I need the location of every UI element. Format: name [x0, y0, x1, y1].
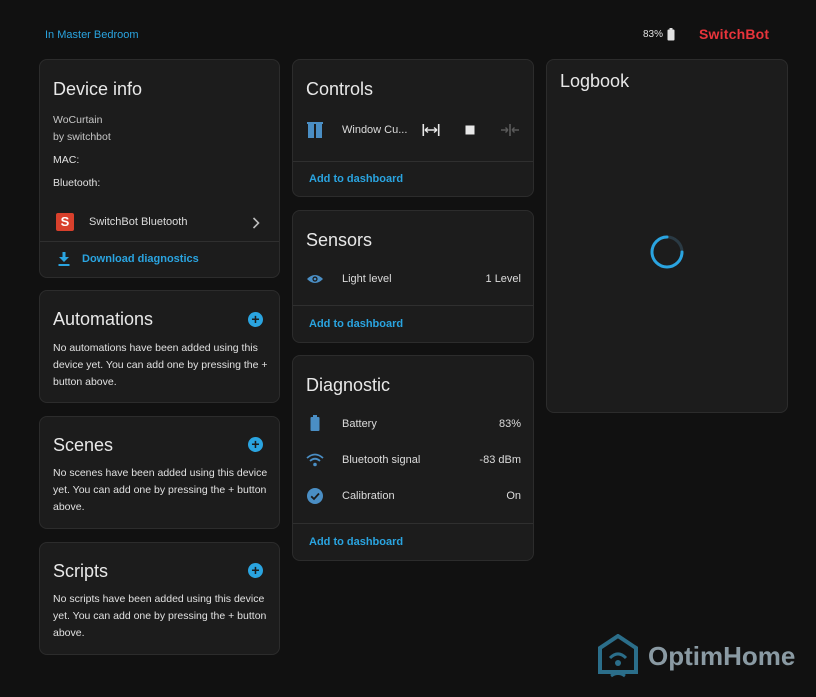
diagnostic-value: On [506, 490, 521, 502]
diagnostic-label: Bluetooth signal [342, 454, 421, 466]
automations-title: Automations [53, 309, 154, 329]
watermark: OptimHome [598, 634, 795, 678]
diagnostic-title: Diagnostic [306, 375, 391, 395]
battery-percent: 83% [643, 29, 664, 40]
stop-icon[interactable] [465, 125, 475, 135]
diagnostic-add-to-dashboard[interactable]: Add to dashboard [309, 536, 403, 548]
device-manufacturer: by switchbot [53, 131, 111, 143]
integration-name: SwitchBot Bluetooth [89, 216, 188, 228]
check-circle-icon [307, 488, 323, 504]
scenes-card: Scenes + No scenes have been added using… [39, 416, 280, 529]
sensors-card: Sensors Light level 1 Level Add to dashb… [292, 210, 534, 343]
controls-add-to-dashboard[interactable]: Add to dashboard [309, 173, 403, 185]
open-curtain-icon[interactable] [422, 124, 440, 136]
loading-spinner-icon [650, 235, 684, 269]
add-scene-button[interactable]: + [248, 437, 263, 452]
automations-empty-text: No automations have been added using thi… [53, 342, 268, 388]
house-logo-icon [598, 634, 638, 678]
download-icon [58, 252, 70, 266]
add-automation-button[interactable]: + [248, 312, 263, 327]
chevron-right-icon [252, 217, 260, 229]
divider [293, 161, 533, 162]
diagnostic-label: Calibration [342, 490, 395, 502]
download-diagnostics-button[interactable]: Download diagnostics [40, 242, 279, 277]
diagnostic-label: Battery [342, 418, 377, 430]
top-bar: In Master Bedroom 83% SwitchBot [0, 0, 816, 56]
controls-card: Controls Window Cu... Add to dashboard [292, 59, 534, 197]
calibration-row[interactable]: Calibration On [293, 484, 533, 508]
logbook-card: Logbook [546, 59, 788, 413]
diagnostic-value: -83 dBm [479, 454, 521, 466]
curtain-icon [307, 122, 323, 138]
diagnostic-value: 83% [498, 418, 521, 430]
battery-icon [310, 415, 320, 431]
switchbot-logo-icon: S [56, 213, 74, 231]
sensors-title: Sensors [306, 230, 373, 250]
scripts-empty-text: No scripts have been added using this de… [53, 593, 267, 639]
close-curtain-icon[interactable] [501, 124, 519, 136]
bluetooth-signal-row[interactable]: Bluetooth signal -83 dBm [293, 448, 533, 472]
integration-row[interactable]: S SwitchBot Bluetooth [40, 207, 279, 237]
battery-icon [667, 28, 675, 41]
light-level-value: 1 Level [485, 273, 521, 285]
sensors-add-to-dashboard[interactable]: Add to dashboard [309, 318, 403, 330]
device-info-title: Device info [53, 79, 143, 99]
bluetooth-label: Bluetooth: [53, 177, 101, 189]
wifi-signal-icon [306, 453, 324, 467]
curtain-entity-name: Window Cu... [342, 124, 408, 136]
scenes-empty-text: No scenes have been added using this dev… [53, 467, 268, 513]
controls-title: Controls [306, 79, 374, 99]
divider [293, 523, 533, 524]
brand-logo: SwitchBot [699, 26, 770, 42]
logbook-title: Logbook [560, 71, 630, 91]
battery-indicator: 83% [643, 28, 675, 41]
eye-icon [307, 275, 323, 283]
add-script-button[interactable]: + [248, 563, 263, 578]
divider [293, 305, 533, 306]
watermark-text: OptimHome [648, 640, 796, 671]
light-level-label: Light level [342, 273, 392, 285]
curtain-entity-row[interactable]: Window Cu... [293, 118, 533, 142]
download-diagnostics-label: Download diagnostics [82, 253, 199, 265]
automations-card: Automations + No automations have been a… [39, 290, 280, 403]
battery-row[interactable]: Battery 83% [293, 412, 533, 436]
mac-label: MAC: [53, 154, 80, 166]
scenes-title: Scenes [53, 435, 114, 455]
device-info-card: Device info WoCurtain by switchbot MAC: … [39, 59, 280, 278]
scripts-card: Scripts + No scripts have been added usi… [39, 542, 280, 655]
scripts-title: Scripts [53, 561, 109, 581]
diagnostic-card: Diagnostic Battery 83% Bluetooth signal … [292, 355, 534, 561]
light-level-row[interactable]: Light level 1 Level [293, 267, 533, 291]
device-model: WoCurtain [53, 114, 103, 126]
area-link[interactable]: In Master Bedroom [45, 29, 139, 41]
